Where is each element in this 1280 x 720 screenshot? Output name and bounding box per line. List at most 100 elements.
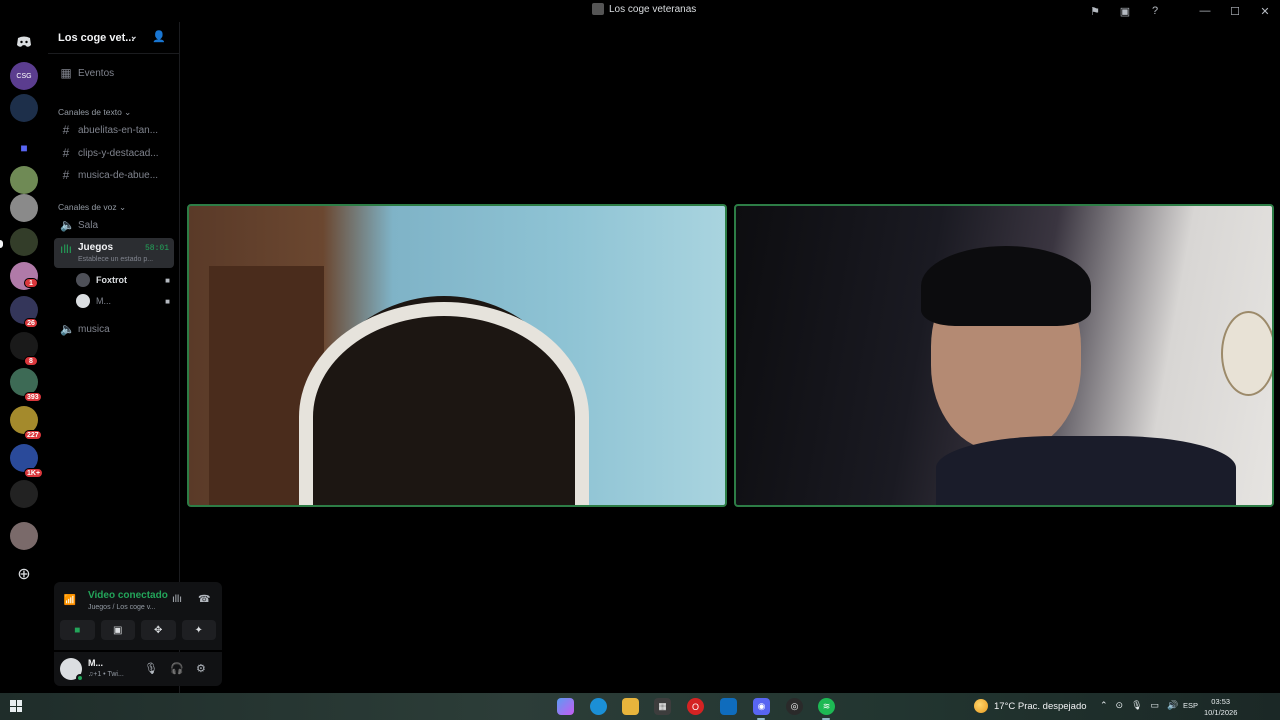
avatar: [76, 273, 90, 287]
chevron-down-icon: ⌄: [130, 31, 138, 41]
text-channel[interactable]: # musica-de-abue...: [54, 165, 174, 185]
screen-icon[interactable]: ▣: [1110, 0, 1140, 22]
text-channel[interactable]: # abuelitas-en-tan...: [54, 120, 174, 140]
opera-icon[interactable]: O: [687, 698, 704, 715]
channel-status[interactable]: Establece un estado p...: [78, 256, 153, 263]
channel-name: clips-y-destacad...: [78, 147, 159, 159]
channel-sidebar: Los coge vet... ⌄ 👤 ▦ Eventos Canales de…: [48, 22, 222, 693]
system-tray: ⌃ ⊙ 🎙 ▭ 🔊: [1100, 700, 1178, 711]
voice-member[interactable]: Foxtrot ■: [76, 271, 174, 289]
signal-icon[interactable]: 📶: [62, 592, 78, 608]
member-name: Foxtrot: [96, 275, 127, 285]
folder-icon[interactable]: ■: [10, 134, 38, 162]
unread-badge: 393: [24, 392, 42, 402]
maximize-button[interactable]: ☐: [1220, 0, 1250, 22]
discord-home-icon[interactable]: [10, 28, 38, 56]
hashtag-icon: #: [62, 123, 70, 137]
spotify-icon[interactable]: ≋: [818, 698, 835, 715]
user-activity: ♫+1 • Twi...: [88, 671, 124, 678]
unread-badge: 8: [24, 356, 38, 366]
copilot-icon[interactable]: [557, 698, 574, 715]
server-header[interactable]: Los coge vet... ⌄ 👤: [48, 22, 180, 54]
weather-text: 17°C Prac. despejado: [994, 700, 1087, 712]
microphone-icon[interactable]: 🎙: [144, 662, 158, 675]
server-rail: CSG ■ 1 26 8 393 227 1K+ ⊕: [0, 22, 48, 693]
wall-plate: [1221, 311, 1272, 396]
file-explorer-icon[interactable]: [622, 698, 639, 715]
server-icon-b[interactable]: [10, 194, 38, 222]
server-icon-j[interactable]: [10, 522, 38, 550]
help-icon[interactable]: ?: [1140, 0, 1170, 22]
voice-channel-musica[interactable]: 🔈 musica: [54, 319, 174, 339]
discord-taskbar-icon[interactable]: ◉: [753, 698, 770, 715]
tray-app-icon[interactable]: ⊙: [1116, 700, 1124, 711]
window-title-text: Los coge veteranas: [609, 3, 697, 15]
steam-icon[interactable]: ◎: [786, 698, 803, 715]
chevron-up-icon[interactable]: ⌃: [1100, 700, 1108, 711]
user-panel: M... ♫+1 • Twi... 🎙 🎧 ⚙: [54, 652, 222, 686]
connection-location[interactable]: Juegos / Los coge v...: [88, 604, 156, 611]
clock-time: 03:53: [1211, 697, 1231, 706]
channel-name: musica-de-abue...: [78, 169, 159, 181]
disconnect-icon[interactable]: ☎: [198, 594, 210, 605]
noise-suppression-icon[interactable]: ıllı: [172, 594, 182, 605]
invite-icon[interactable]: 👤: [152, 30, 166, 43]
headphones: [299, 302, 589, 505]
events-item[interactable]: ▦ Eventos: [54, 63, 174, 83]
call-timer: 58:01: [144, 244, 169, 253]
clock[interactable]: 03:53 10/1/2026: [1204, 696, 1237, 718]
camera-button[interactable]: ■: [60, 620, 95, 640]
clock-date: 10/1/2026: [1204, 708, 1238, 717]
server-icon-csgo[interactable]: CSG: [10, 62, 38, 90]
outlook-icon[interactable]: [720, 698, 737, 715]
voice-member[interactable]: M... ■: [76, 292, 174, 310]
server-icon-current[interactable]: [10, 228, 38, 256]
server-icon-a[interactable]: [10, 166, 38, 194]
camera-icon: ■: [165, 275, 170, 285]
status-indicator: [76, 674, 84, 682]
video-tile[interactable]: [187, 204, 727, 507]
microphone-icon[interactable]: 🎙: [1131, 700, 1142, 711]
unread-badge: 26: [24, 318, 38, 328]
inbox-icon[interactable]: ⚑: [1080, 0, 1110, 22]
text-channel[interactable]: # clips-y-destacad...: [54, 143, 174, 163]
network-icon[interactable]: ▭: [1151, 700, 1160, 711]
video-tile[interactable]: [734, 204, 1274, 507]
windows-start-icon[interactable]: [10, 700, 22, 712]
category-text[interactable]: Canales de texto ⌄: [58, 107, 131, 118]
edge-icon[interactable]: [590, 698, 607, 715]
server-icon-i[interactable]: [10, 480, 38, 508]
activities-button[interactable]: ✥: [141, 620, 176, 640]
server-name: Los coge vet...: [58, 31, 135, 44]
channel-name: Juegos: [78, 242, 114, 253]
store-icon[interactable]: ▦: [654, 698, 671, 715]
language-indicator[interactable]: ESP: [1183, 701, 1198, 710]
voice-channel-juegos[interactable]: ıllı Juegos 58:01 Establece un estado p.…: [54, 238, 174, 268]
minimize-button[interactable]: —: [1190, 0, 1220, 22]
screen-share-button[interactable]: ▣: [100, 620, 135, 640]
speaker-icon: 🔈: [60, 218, 75, 232]
unread-badge: 227: [24, 430, 42, 440]
window-title: Los coge veteranas: [592, 3, 696, 15]
soundboard-button[interactable]: ✦: [181, 620, 216, 640]
member-name: M...: [96, 296, 111, 306]
server-icon-folder[interactable]: [10, 94, 38, 122]
weather-icon: [974, 699, 988, 713]
person-hair: [921, 246, 1091, 326]
unread-badge: 1: [24, 278, 38, 288]
headphones-icon[interactable]: 🎧: [170, 662, 184, 675]
add-server-icon[interactable]: ⊕: [10, 560, 38, 588]
volume-icon[interactable]: 🔊: [1167, 700, 1178, 711]
trash-icon: [592, 3, 604, 15]
settings-icon[interactable]: ⚙: [196, 662, 206, 675]
voice-active-icon: ıllı: [60, 242, 72, 256]
close-button[interactable]: ✕: [1250, 0, 1280, 22]
weather-widget[interactable]: 17°C Prac. despejado: [974, 699, 1087, 713]
channel-name: Sala: [78, 219, 99, 231]
channel-name: musica: [78, 323, 110, 335]
channel-name: abuelitas-en-tan...: [78, 124, 159, 136]
voice-channel-sala[interactable]: 🔈 Sala: [54, 215, 174, 235]
category-voice[interactable]: Canales de voz ⌄: [58, 202, 126, 213]
avatar: [76, 294, 90, 308]
unread-badge: 1K+: [24, 468, 44, 478]
